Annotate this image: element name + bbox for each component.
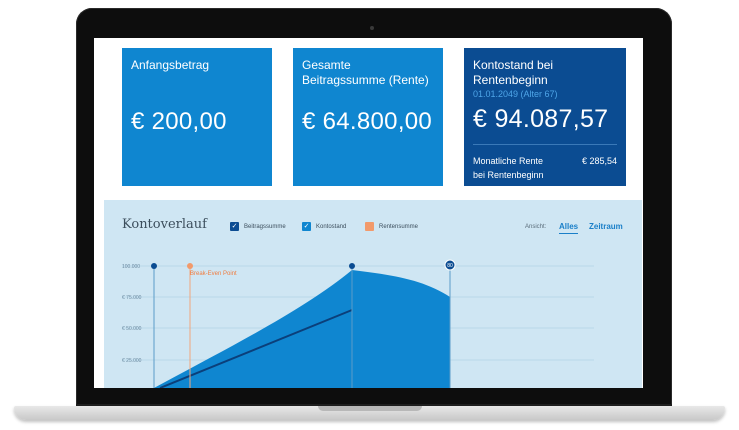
laptop-notch <box>318 406 422 411</box>
y-tick-label: € 75.000 <box>122 295 142 301</box>
card-divider <box>473 144 617 145</box>
card-label: Gesamte Beitragssumme (Rente) <box>302 58 429 87</box>
chart-panel: Kontoverlauf ✓ Beitragssumme ✓ Kontostan… <box>104 200 642 388</box>
card-label: Anfangsbetrag <box>131 58 210 72</box>
y-tick-label: € 25.000 <box>122 358 142 364</box>
y-tick-label: 100.000 <box>122 264 140 270</box>
rentenbeginn-marker-dot <box>349 263 355 269</box>
laptop-screen: Anfangsbetrag € 200,00 Gesamte Beitragss… <box>94 38 643 388</box>
kontostand-area <box>154 270 450 388</box>
card-value: € 64.800,00 <box>302 108 433 135</box>
break-even-dot <box>187 263 193 269</box>
card-beitragssumme: Gesamte Beitragssumme (Rente) € 64.800,0… <box>293 48 443 186</box>
card-label: Kontostand bei Rentenbeginn <box>473 58 554 87</box>
start-marker-dot <box>151 263 157 269</box>
rente-value: € 285,54 <box>581 156 617 166</box>
card-value: € 94.087,57 <box>473 105 609 133</box>
break-even-label: Break-Even Point <box>190 271 237 277</box>
card-value: € 200,00 <box>131 108 227 135</box>
card-sublabel: 01.01.2049 (Alter 67) <box>473 89 558 99</box>
y-tick-label: € 50.000 <box>122 326 142 332</box>
card-anfangsbetrag: Anfangsbetrag € 200,00 <box>122 48 272 186</box>
chart-svg: 100.000 € 75.000 € 50.000 € 25.000 Break-Eve… <box>122 259 594 388</box>
card-kontostand: Kontostand bei Rentenbeginn 01.01.2049 (… <box>464 48 626 186</box>
camera-icon <box>370 26 374 30</box>
age-marker-label: 80 <box>447 263 453 269</box>
rente-label: Monatliche Rente bei Rentenbeginn <box>473 156 544 180</box>
